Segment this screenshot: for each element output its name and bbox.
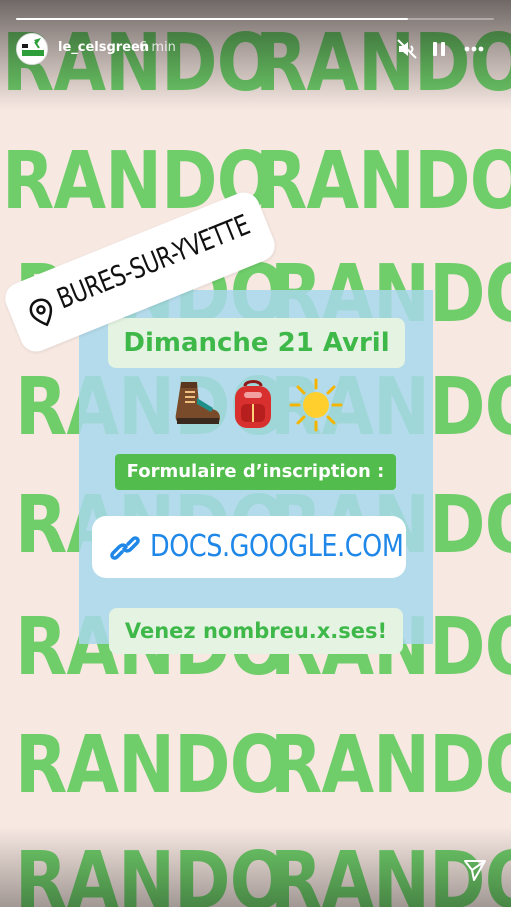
cta-label: Venez nombreu.x.ses! <box>109 608 403 654</box>
pause-icon[interactable] <box>428 38 450 60</box>
link-sticker[interactable]: DOCS.GOOGLE.COM <box>92 516 406 578</box>
story-progress-fill <box>16 18 408 20</box>
bottom-gradient <box>0 827 511 907</box>
form-label: Formulaire d’inscription : <box>115 454 396 490</box>
timestamp: 6 min <box>139 40 176 55</box>
bg-word: RANDO <box>255 135 511 227</box>
speaker-muted-icon[interactable] <box>396 38 418 60</box>
send-icon[interactable] <box>462 857 488 883</box>
emoji-row <box>165 376 345 434</box>
link-label: DOCS.GOOGLE.COM <box>150 529 404 564</box>
sun-icon <box>289 378 343 432</box>
username[interactable]: le_celsgreen <box>58 40 149 55</box>
story-progress-bar <box>16 18 494 20</box>
avatar[interactable] <box>16 33 48 65</box>
link-icon <box>110 536 140 560</box>
backpack-icon <box>235 380 271 428</box>
more-dots-icon[interactable] <box>463 38 485 60</box>
location-pin-icon <box>29 298 53 327</box>
bg-word: RANDO <box>270 719 511 811</box>
hiking-boot-icon <box>175 382 220 424</box>
date-label: Dimanche 21 Avril <box>108 318 405 368</box>
bg-word: RANDO <box>15 719 287 811</box>
story-viewer[interactable]: RANDO RANDO RANDO RANDO RANDO RANDO RAND… <box>0 0 511 907</box>
